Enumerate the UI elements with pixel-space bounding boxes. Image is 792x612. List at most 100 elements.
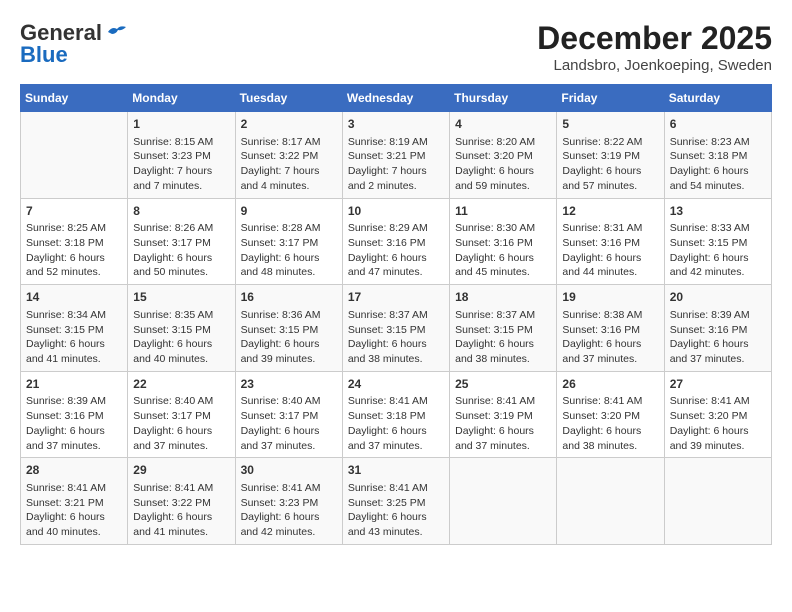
calendar-cell: 3 Sunrise: 8:19 AM Sunset: 3:21 PM Daylig… (342, 112, 449, 199)
day-number: 22 (133, 376, 229, 393)
day-number: 11 (455, 203, 551, 220)
col-saturday: Saturday (664, 85, 771, 112)
calendar-header-row: Sunday Monday Tuesday Wednesday Thursday… (21, 85, 772, 112)
calendar-cell: 16 Sunrise: 8:36 AM Sunset: 3:15 PM Dayli… (235, 285, 342, 372)
day-info: Sunrise: 8:19 AM Sunset: 3:21 PM Dayligh… (348, 135, 444, 194)
col-monday: Monday (128, 85, 235, 112)
calendar-cell: 11Sunrise: 8:30 AM Sunset: 3:16 PM Dayli… (450, 198, 557, 285)
day-info: Sunrise: 8:41 AM Sunset: 3:25 PM Dayligh… (348, 481, 444, 540)
day-number: 3 (348, 116, 444, 133)
calendar-cell: 10Sunrise: 8:29 AM Sunset: 3:16 PM Dayli… (342, 198, 449, 285)
day-number: 15 (133, 289, 229, 306)
day-number: 18 (455, 289, 551, 306)
day-info: Sunrise: 8:39 AM Sunset: 3:16 PM Dayligh… (26, 394, 122, 453)
day-info: Sunrise: 8:35 AM Sunset: 3:15 PM Dayligh… (133, 308, 229, 367)
col-sunday: Sunday (21, 85, 128, 112)
day-info: Sunrise: 8:20 AM Sunset: 3:20 PM Dayligh… (455, 135, 551, 194)
calendar-cell: 19Sunrise: 8:38 AM Sunset: 3:16 PM Dayli… (557, 285, 664, 372)
day-number: 5 (562, 116, 658, 133)
calendar-cell: 29 Sunrise: 8:41 AM Sunset: 3:22 PM Dayli… (128, 458, 235, 545)
day-info: Sunrise: 8:37 AM Sunset: 3:15 PM Dayligh… (348, 308, 444, 367)
day-info: Sunrise: 8:41 AM Sunset: 3:19 PM Dayligh… (455, 394, 551, 453)
col-wednesday: Wednesday (342, 85, 449, 112)
col-thursday: Thursday (450, 85, 557, 112)
day-number: 6 (670, 116, 766, 133)
day-info: Sunrise: 8:17 AM Sunset: 3:22 PM Dayligh… (241, 135, 337, 194)
day-info: Sunrise: 8:25 AM Sunset: 3:18 PM Dayligh… (26, 221, 122, 280)
day-info: Sunrise: 8:38 AM Sunset: 3:16 PM Dayligh… (562, 308, 658, 367)
calendar-cell: 30Sunrise: 8:41 AM Sunset: 3:23 PM Dayli… (235, 458, 342, 545)
calendar-cell: 4Sunrise: 8:20 AM Sunset: 3:20 PM Daylig… (450, 112, 557, 199)
calendar-cell: 15 Sunrise: 8:35 AM Sunset: 3:15 PM Dayli… (128, 285, 235, 372)
day-number: 16 (241, 289, 337, 306)
day-info: Sunrise: 8:26 AM Sunset: 3:17 PM Dayligh… (133, 221, 229, 280)
day-number: 17 (348, 289, 444, 306)
logo: General Blue (20, 20, 128, 68)
day-info: Sunrise: 8:41 AM Sunset: 3:20 PM Dayligh… (562, 394, 658, 453)
day-info: Sunrise: 8:30 AM Sunset: 3:16 PM Dayligh… (455, 221, 551, 280)
calendar-cell (664, 458, 771, 545)
title-block: December 2025 Landsbro, Joenkoeping, Swe… (537, 20, 772, 74)
day-info: Sunrise: 8:23 AM Sunset: 3:18 PM Dayligh… (670, 135, 766, 194)
calendar-cell: 5 Sunrise: 8:22 AM Sunset: 3:19 PM Daylig… (557, 112, 664, 199)
calendar-title: December 2025 (537, 20, 772, 57)
day-info: Sunrise: 8:36 AM Sunset: 3:15 PM Dayligh… (241, 308, 337, 367)
calendar-cell: 27Sunrise: 8:41 AM Sunset: 3:20 PM Dayli… (664, 371, 771, 458)
day-number: 14 (26, 289, 122, 306)
calendar-cell: 21Sunrise: 8:39 AM Sunset: 3:16 PM Dayli… (21, 371, 128, 458)
day-info: Sunrise: 8:37 AM Sunset: 3:15 PM Dayligh… (455, 308, 551, 367)
day-info: Sunrise: 8:15 AM Sunset: 3:23 PM Dayligh… (133, 135, 229, 194)
calendar-cell: 8Sunrise: 8:26 AM Sunset: 3:17 PM Daylig… (128, 198, 235, 285)
calendar-week-row: 28Sunrise: 8:41 AM Sunset: 3:21 PM Dayli… (21, 458, 772, 545)
calendar-cell: 1 Sunrise: 8:15 AM Sunset: 3:23 PM Daylig… (128, 112, 235, 199)
calendar-cell: 7Sunrise: 8:25 AM Sunset: 3:18 PM Daylig… (21, 198, 128, 285)
day-number: 2 (241, 116, 337, 133)
calendar-cell (21, 112, 128, 199)
calendar-cell: 12Sunrise: 8:31 AM Sunset: 3:16 PM Dayli… (557, 198, 664, 285)
day-number: 12 (562, 203, 658, 220)
day-number: 1 (133, 116, 229, 133)
col-tuesday: Tuesday (235, 85, 342, 112)
calendar-cell: 6 Sunrise: 8:23 AM Sunset: 3:18 PM Daylig… (664, 112, 771, 199)
calendar-subtitle: Landsbro, Joenkoeping, Sweden (537, 57, 772, 74)
calendar-cell (557, 458, 664, 545)
calendar-cell: 26Sunrise: 8:41 AM Sunset: 3:20 PM Dayli… (557, 371, 664, 458)
page-header: General Blue December 2025 Landsbro, Joe… (20, 20, 772, 74)
calendar-week-row: 14 Sunrise: 8:34 AM Sunset: 3:15 PM Dayli… (21, 285, 772, 372)
calendar-cell (450, 458, 557, 545)
day-info: Sunrise: 8:41 AM Sunset: 3:22 PM Dayligh… (133, 481, 229, 540)
calendar-cell: 13Sunrise: 8:33 AM Sunset: 3:15 PM Dayli… (664, 198, 771, 285)
calendar-cell: 17 Sunrise: 8:37 AM Sunset: 3:15 PM Dayli… (342, 285, 449, 372)
calendar-week-row: 7Sunrise: 8:25 AM Sunset: 3:18 PM Daylig… (21, 198, 772, 285)
logo-blue-text: Blue (20, 42, 68, 68)
day-info: Sunrise: 8:41 AM Sunset: 3:20 PM Dayligh… (670, 394, 766, 453)
day-number: 20 (670, 289, 766, 306)
day-number: 28 (26, 462, 122, 479)
day-number: 13 (670, 203, 766, 220)
day-info: Sunrise: 8:34 AM Sunset: 3:15 PM Dayligh… (26, 308, 122, 367)
day-number: 29 (133, 462, 229, 479)
col-friday: Friday (557, 85, 664, 112)
day-info: Sunrise: 8:40 AM Sunset: 3:17 PM Dayligh… (133, 394, 229, 453)
day-info: Sunrise: 8:31 AM Sunset: 3:16 PM Dayligh… (562, 221, 658, 280)
day-number: 7 (26, 203, 122, 220)
calendar-cell: 18 Sunrise: 8:37 AM Sunset: 3:15 PM Dayli… (450, 285, 557, 372)
calendar-week-row: 1 Sunrise: 8:15 AM Sunset: 3:23 PM Daylig… (21, 112, 772, 199)
day-info: Sunrise: 8:39 AM Sunset: 3:16 PM Dayligh… (670, 308, 766, 367)
logo-bird-icon (106, 24, 128, 42)
day-number: 26 (562, 376, 658, 393)
day-number: 31 (348, 462, 444, 479)
day-number: 9 (241, 203, 337, 220)
day-number: 8 (133, 203, 229, 220)
calendar-cell: 25Sunrise: 8:41 AM Sunset: 3:19 PM Dayli… (450, 371, 557, 458)
calendar-cell: 23Sunrise: 8:40 AM Sunset: 3:17 PM Dayli… (235, 371, 342, 458)
calendar-cell: 28Sunrise: 8:41 AM Sunset: 3:21 PM Dayli… (21, 458, 128, 545)
day-info: Sunrise: 8:22 AM Sunset: 3:19 PM Dayligh… (562, 135, 658, 194)
day-number: 25 (455, 376, 551, 393)
day-number: 10 (348, 203, 444, 220)
calendar-cell: 20 Sunrise: 8:39 AM Sunset: 3:16 PM Dayli… (664, 285, 771, 372)
calendar-cell: 24Sunrise: 8:41 AM Sunset: 3:18 PM Dayli… (342, 371, 449, 458)
day-number: 24 (348, 376, 444, 393)
day-info: Sunrise: 8:41 AM Sunset: 3:23 PM Dayligh… (241, 481, 337, 540)
day-info: Sunrise: 8:28 AM Sunset: 3:17 PM Dayligh… (241, 221, 337, 280)
